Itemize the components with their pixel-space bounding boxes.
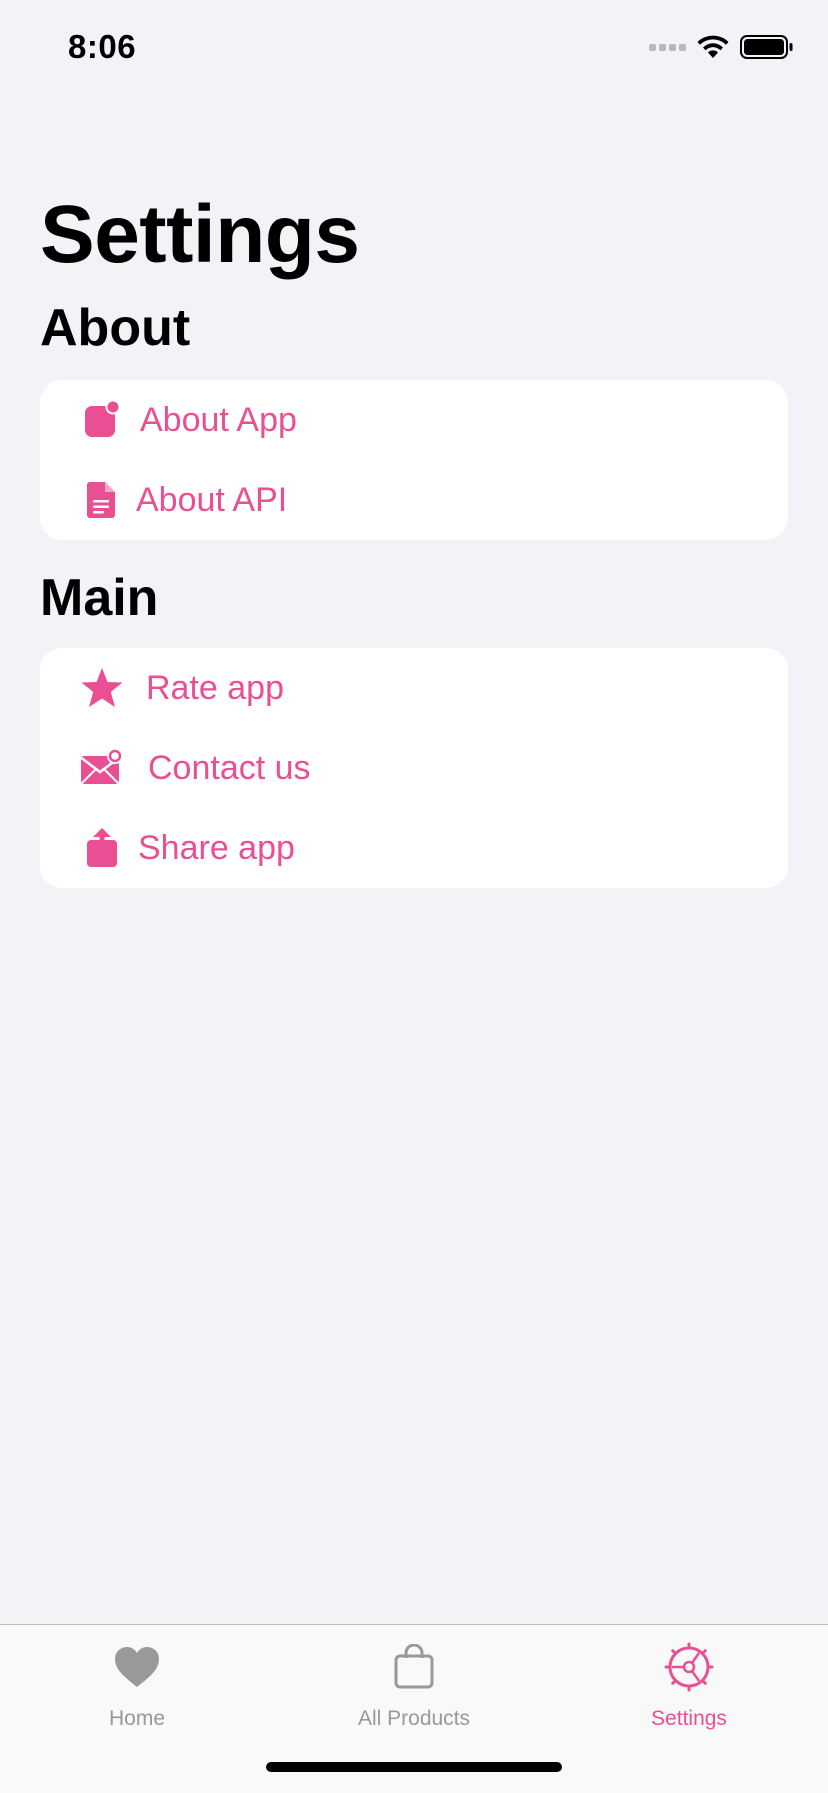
about-app-row[interactable]: About App <box>40 380 788 460</box>
contact-us-label: Contact us <box>148 748 311 787</box>
rate-app-label: Rate app <box>146 668 284 707</box>
main-card: Rate app Contact us Share app <box>40 648 788 888</box>
tab-settings[interactable]: Settings <box>579 1641 799 1741</box>
app-badge-icon <box>80 398 124 442</box>
status-icons <box>649 34 794 60</box>
tab-all-products-label: All Products <box>357 1707 471 1730</box>
cellular-signal-icon <box>649 43 686 51</box>
document-icon <box>80 478 124 522</box>
about-card: About App About API <box>40 380 788 540</box>
tab-home[interactable]: Home <box>27 1641 247 1741</box>
tab-all-products[interactable]: All Products <box>304 1641 524 1741</box>
about-api-row[interactable]: About API <box>40 460 788 540</box>
tab-settings-label: Settings <box>651 1707 727 1730</box>
section-title-about: About <box>40 299 191 357</box>
home-indicator <box>266 1762 562 1772</box>
page-title: Settings <box>40 189 360 280</box>
about-app-label: About App <box>140 400 297 439</box>
status-time: 8:06 <box>68 28 137 65</box>
contact-us-row[interactable]: Contact us <box>40 728 788 808</box>
battery-icon <box>740 35 793 59</box>
tab-home-label: Home <box>108 1707 166 1730</box>
shopping-bag-icon <box>394 1644 434 1689</box>
wifi-icon <box>697 35 729 58</box>
section-title-main: Main <box>40 569 159 627</box>
rate-app-row[interactable]: Rate app <box>40 648 788 728</box>
envelope-badge-icon <box>80 746 124 790</box>
star-icon <box>80 666 124 710</box>
share-icon <box>80 826 124 870</box>
status-bar: 8:06 <box>0 0 828 100</box>
steering-wheel-icon <box>664 1642 714 1692</box>
heart-icon <box>115 1647 159 1687</box>
about-api-label: About API <box>136 480 288 519</box>
share-app-row[interactable]: Share app <box>40 808 788 888</box>
share-app-label: Share app <box>138 828 295 867</box>
